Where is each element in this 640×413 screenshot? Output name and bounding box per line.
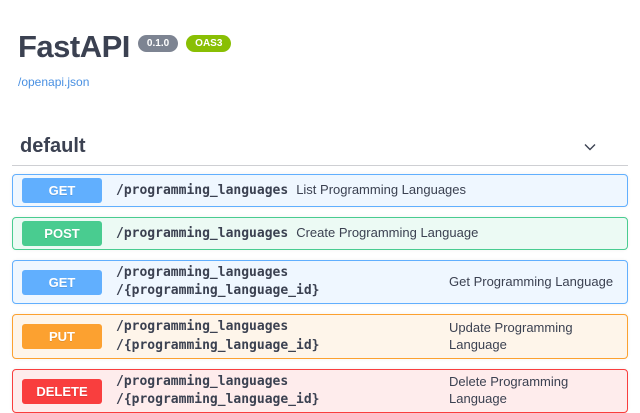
endpoint-path: /programming_languages (116, 225, 288, 243)
oas-badge: OAS3 (186, 35, 231, 52)
operation-list: GET /programming_languages List Programm… (12, 174, 628, 413)
method-badge: GET (22, 178, 102, 203)
openapi-json-link[interactable]: /openapi.json (18, 75, 89, 89)
method-badge: DELETE (22, 379, 102, 404)
endpoint-path: /programming_languages (116, 182, 288, 200)
operation-row-delete[interactable]: DELETE /programming_languages/{programmi… (12, 369, 628, 413)
endpoint-path: /programming_languages/{programming_lang… (116, 373, 441, 409)
operation-summary-bar[interactable]: GET /programming_languages List Programm… (13, 175, 627, 206)
chevron-down-icon[interactable] (580, 137, 600, 157)
operation-summary: Get Programming Language (449, 274, 617, 291)
operation-row-get[interactable]: GET /programming_languages List Programm… (12, 174, 628, 207)
operation-summary: Create Programming Language (296, 225, 617, 242)
operation-summary: List Programming Languages (296, 182, 617, 199)
api-info-header: FastAPI 0.1.0 OAS3 /openapi.json (0, 0, 640, 91)
tag-header-default[interactable]: default (12, 135, 628, 166)
tag-section-default: default GET /programming_languages List … (12, 135, 628, 413)
version-badge: 0.1.0 (138, 35, 178, 52)
operation-summary-bar[interactable]: POST /programming_languages Create Progr… (13, 218, 627, 249)
page-title: FastAPI (18, 30, 130, 64)
method-badge: PUT (22, 324, 102, 349)
operation-row-put[interactable]: PUT /programming_languages/{programming_… (12, 314, 628, 358)
tag-name: default (20, 135, 86, 158)
operation-summary: Delete Programming Language (449, 374, 617, 408)
endpoint-path: /programming_languages/{programming_lang… (116, 264, 441, 300)
operation-summary-bar[interactable]: PUT /programming_languages/{programming_… (13, 315, 627, 357)
operation-summary-bar[interactable]: GET /programming_languages/{programming_… (13, 261, 627, 303)
method-badge: GET (22, 270, 102, 295)
operation-summary-bar[interactable]: DELETE /programming_languages/{programmi… (13, 370, 627, 412)
operation-row-post[interactable]: POST /programming_languages Create Progr… (12, 217, 628, 250)
operation-summary: Update Programming Language (449, 320, 617, 354)
endpoint-path: /programming_languages/{programming_lang… (116, 318, 441, 354)
operation-row-get[interactable]: GET /programming_languages/{programming_… (12, 260, 628, 304)
method-badge: POST (22, 221, 102, 246)
